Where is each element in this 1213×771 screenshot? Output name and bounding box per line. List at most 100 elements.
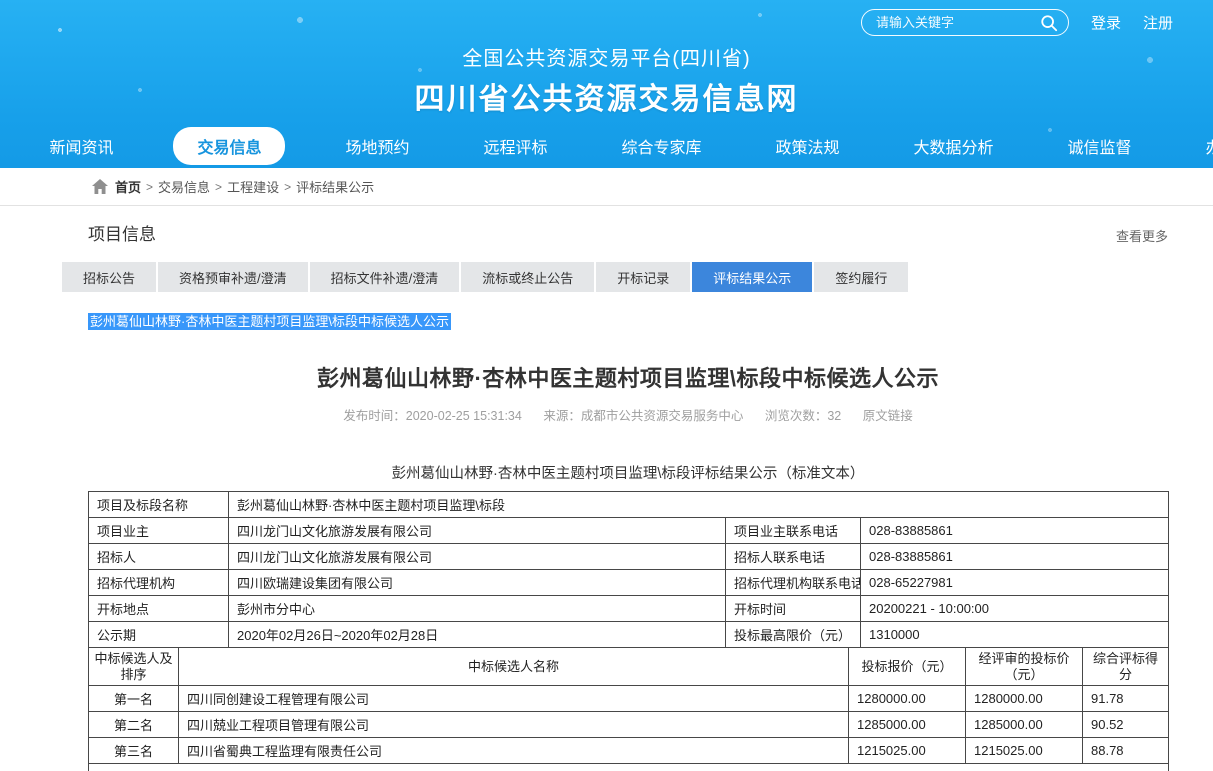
table-row: 项目及标段名称 彭州葛仙山林野·杏林中医主题村项目监理\标段 <box>89 492 1169 518</box>
field-value: 028-83885861 <box>861 518 1169 544</box>
field-value: 20200221 - 10:00:00 <box>861 596 1169 622</box>
site-header: 登录 注册 全国公共资源交易平台(四川省) 四川省公共资源交易信息网 首页 新闻… <box>0 0 1213 168</box>
nav-item-news[interactable]: 新闻资讯 <box>35 127 127 165</box>
candidate-bid: 1285000.00 <box>849 712 966 738</box>
candidate-reviewed-bid: 1280000.00 <box>966 686 1083 712</box>
nav-item-remote-eval[interactable]: 远程评标 <box>469 127 561 165</box>
candidate-name: 四川同创建设工程管理有限公司 <box>179 686 849 712</box>
register-link[interactable]: 注册 <box>1143 12 1173 33</box>
tab-eval-result[interactable]: 评标结果公示 <box>692 262 812 292</box>
source: 来源：成都市公共资源交易服务中心 <box>543 409 743 423</box>
main-nav: 首页 新闻资讯 交易信息 场地预约 远程评标 综合专家库 政策法规 大数据分析 … <box>0 128 1213 164</box>
field-value: 彭州葛仙山林野·杏林中医主题村项目监理\标段 <box>229 492 1169 518</box>
candidate-score: 90.52 <box>1083 712 1169 738</box>
breadcrumb-trade-info[interactable]: 交易信息 <box>158 177 210 196</box>
original-link[interactable]: 原文链接 <box>863 409 913 423</box>
search-input[interactable] <box>876 15 1026 30</box>
site-titles: 全国公共资源交易平台(四川省) 四川省公共资源交易信息网 <box>0 42 1213 118</box>
field-label: 招标人 <box>89 544 229 570</box>
table-row: 招标代理机构 四川欧瑞建设集团有限公司 招标代理机构联系电话 028-65227… <box>89 570 1169 596</box>
nav-item-big-data[interactable]: 大数据分析 <box>900 127 1008 165</box>
main-content: 项目信息 查看更多 招标公告 资格预审补遗/澄清 招标文件补遗/澄清 流标或终止… <box>0 220 1213 771</box>
field-label: 开标地点 <box>89 596 229 622</box>
breadcrumb-separator: > <box>215 180 222 194</box>
table-row: 公示期 2020年02月26日~2020年02月28日 投标最高限价（元） 13… <box>89 622 1169 648</box>
candidate-reviewed-bid: 1215025.00 <box>966 738 1083 764</box>
breadcrumb-home[interactable]: 首页 <box>115 177 141 196</box>
tab-bar: 招标公告 资格预审补遗/澄清 招标文件补遗/澄清 流标或终止公告 开标记录 评标… <box>62 262 1168 292</box>
table-row: 第一中标候选人项目管理机构主要人员 <box>89 764 1169 771</box>
candidate-rank: 第一名 <box>89 686 179 712</box>
candidates-footer-label: 第一中标候选人项目管理机构主要人员 <box>89 764 1169 771</box>
col-header-reviewed-bid: 经评审的投标价（元） <box>966 648 1083 686</box>
tab-failed-terminated[interactable]: 流标或终止公告 <box>461 262 594 292</box>
field-value: 1310000 <box>861 622 1169 648</box>
view-more-link[interactable]: 查看更多 <box>1116 226 1168 245</box>
nav-item-policy[interactable]: 政策法规 <box>762 127 854 165</box>
breadcrumb-separator: > <box>284 180 291 194</box>
table-row: 项目业主 四川龙门山文化旅游发展有限公司 项目业主联系电话 028-838858… <box>89 518 1169 544</box>
candidate-bid: 1215025.00 <box>849 738 966 764</box>
home-icon[interactable] <box>92 179 108 194</box>
breadcrumb-separator: > <box>146 180 153 194</box>
candidate-name: 四川省蜀典工程监理有限责任公司 <box>179 738 849 764</box>
field-value: 2020年02月26日~2020年02月28日 <box>229 622 726 648</box>
table-row: 第二名 四川兢业工程项目管理有限公司 1285000.00 1285000.00… <box>89 712 1169 738</box>
search-box[interactable] <box>861 9 1069 36</box>
candidate-score: 88.78 <box>1083 738 1169 764</box>
view-count: 浏览次数：32 <box>765 409 841 423</box>
candidate-score: 91.78 <box>1083 686 1169 712</box>
field-value: 028-65227981 <box>861 570 1169 596</box>
candidates-table: 中标候选人及排序 中标候选人名称 投标报价（元） 经评审的投标价（元） 综合评标… <box>88 647 1169 771</box>
candidate-bid: 1280000.00 <box>849 686 966 712</box>
field-value: 四川欧瑞建设集团有限公司 <box>229 570 726 596</box>
breadcrumb: 首页 > 交易信息 > 工程建设 > 评标结果公示 <box>0 168 1213 206</box>
field-value: 028-83885861 <box>861 544 1169 570</box>
nav-item-guide[interactable]: 办事指南 <box>1192 127 1213 165</box>
table-row: 第三名 四川省蜀典工程监理有限责任公司 1215025.00 1215025.0… <box>89 738 1169 764</box>
login-link[interactable]: 登录 <box>1091 12 1121 33</box>
search-icon[interactable] <box>1040 14 1058 32</box>
announcement-title: 彭州葛仙山林野·杏林中医主题村项目监理\标段中标候选人公示 <box>88 361 1168 393</box>
tab-bid-announcement[interactable]: 招标公告 <box>62 262 156 292</box>
col-header-score: 综合评标得分 <box>1083 648 1169 686</box>
platform-title: 全国公共资源交易平台(四川省) <box>0 42 1213 71</box>
field-label: 项目及标段名称 <box>89 492 229 518</box>
field-label: 招标人联系电话 <box>726 544 861 570</box>
col-header-name: 中标候选人名称 <box>179 648 849 686</box>
table-row: 开标地点 彭州市分中心 开标时间 20200221 - 10:00:00 <box>89 596 1169 622</box>
breadcrumb-engineering[interactable]: 工程建设 <box>227 177 279 196</box>
selected-announcement-link[interactable]: 彭州葛仙山林野·杏林中医主题村项目监理\标段中标候选人公示 <box>88 313 451 330</box>
field-label: 招标代理机构 <box>89 570 229 596</box>
nav-item-integrity[interactable]: 诚信监督 <box>1054 127 1146 165</box>
result-table-title: 彭州葛仙山林野·杏林中医主题村项目监理\标段评标结果公示（标准文本） <box>88 462 1168 483</box>
topbar: 登录 注册 <box>0 0 1213 36</box>
field-label: 项目业主联系电话 <box>726 518 861 544</box>
table-row: 第一名 四川同创建设工程管理有限公司 1280000.00 1280000.00… <box>89 686 1169 712</box>
candidate-name: 四川兢业工程项目管理有限公司 <box>179 712 849 738</box>
candidate-reviewed-bid: 1285000.00 <box>966 712 1083 738</box>
tab-prequal-supplement[interactable]: 资格预审补遗/澄清 <box>158 262 308 292</box>
col-header-bid: 投标报价（元） <box>849 648 966 686</box>
announcement-meta: 发布时间：2020-02-25 15:31:34 来源：成都市公共资源交易服务中… <box>88 405 1168 424</box>
tab-doc-supplement[interactable]: 招标文件补遗/澄清 <box>310 262 460 292</box>
field-value: 四川龙门山文化旅游发展有限公司 <box>229 518 726 544</box>
nav-item-venue-booking[interactable]: 场地预约 <box>331 127 423 165</box>
table-row: 招标人 四川龙门山文化旅游发展有限公司 招标人联系电话 028-83885861 <box>89 544 1169 570</box>
nav-item-trade-info[interactable]: 交易信息 <box>173 127 285 165</box>
breadcrumb-eval-result[interactable]: 评标结果公示 <box>296 177 374 196</box>
field-label: 公示期 <box>89 622 229 648</box>
table-header-row: 中标候选人及排序 中标候选人名称 投标报价（元） 经评审的投标价（元） 综合评标… <box>89 648 1169 686</box>
field-value: 彭州市分中心 <box>229 596 726 622</box>
tab-contract[interactable]: 签约履行 <box>814 262 908 292</box>
field-label: 投标最高限价（元） <box>726 622 861 648</box>
col-header-rank: 中标候选人及排序 <box>89 648 179 686</box>
field-value: 四川龙门山文化旅游发展有限公司 <box>229 544 726 570</box>
tab-opening-record[interactable]: 开标记录 <box>596 262 690 292</box>
nav-item-expert-db[interactable]: 综合专家库 <box>608 127 716 165</box>
site-title: 四川省公共资源交易信息网 <box>0 74 1213 118</box>
project-info-table: 项目及标段名称 彭州葛仙山林野·杏林中医主题村项目监理\标段 项目业主 四川龙门… <box>88 491 1169 648</box>
field-label: 开标时间 <box>726 596 861 622</box>
announcement-list-item[interactable]: 彭州葛仙山林野·杏林中医主题村项目监理\标段中标候选人公示 <box>88 313 1168 331</box>
field-label: 项目业主 <box>89 518 229 544</box>
